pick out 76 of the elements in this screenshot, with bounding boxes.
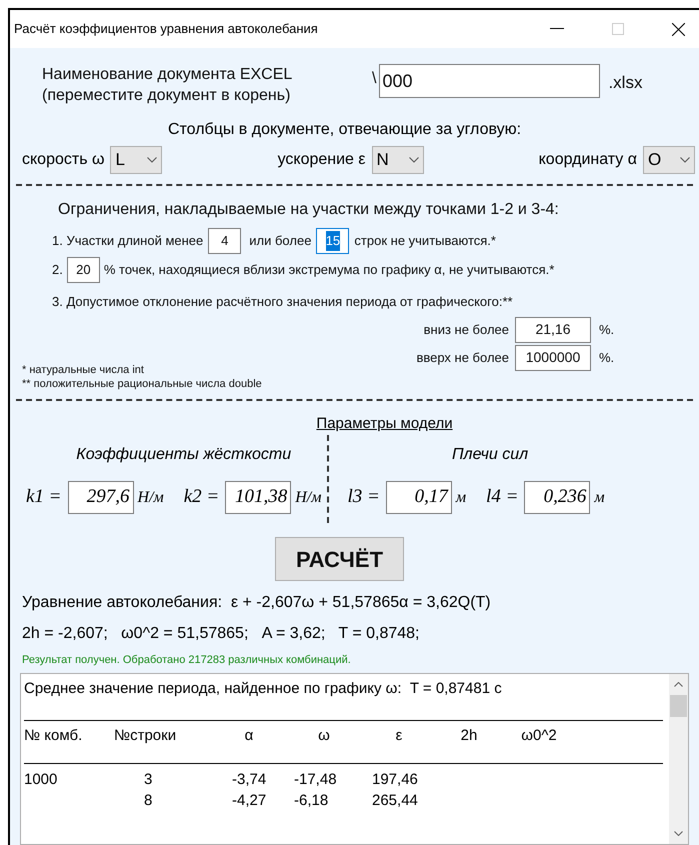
column-header: ε	[394, 726, 404, 746]
minimize-icon[interactable]	[550, 28, 564, 30]
path-prefix: \	[372, 69, 376, 89]
scroll-down-icon[interactable]	[674, 831, 683, 836]
column-header: № комб.	[24, 726, 84, 746]
rule-text: % точек, находящиеся вблизи экстремума по графику α, не учитываются.*	[104, 261, 554, 280]
percent-unit: %.	[599, 348, 616, 367]
scrollbar-thumb[interactable]	[670, 694, 687, 716]
input-field[interactable]: 1000000	[515, 344, 591, 370]
up-limit-label: вверх не более	[416, 348, 509, 367]
equation-text: Уравнение автоколебания: ε + -2,607ω + 51,57865α = 3,62Q(T)	[22, 593, 492, 613]
unit-label: Н/м	[295, 488, 322, 508]
limits-heading: Ограничения, накладываемые на участки между точками 1-2 и 3-4:	[57, 200, 560, 220]
model-heading: Параметры модели	[316, 414, 453, 434]
column-header: 2h	[460, 726, 478, 746]
input-field[interactable]: 20	[66, 257, 100, 283]
close-icon[interactable]	[672, 22, 685, 36]
table-cell: 8	[144, 792, 152, 809]
chevron-down-icon	[147, 157, 158, 163]
calculate-button[interactable]: РАСЧЁТ	[275, 537, 404, 581]
document-name-label: Наименование документа EXCEL	[42, 65, 294, 85]
document-name-hint: (переместите документ в корень)	[42, 86, 292, 106]
scroll-up-icon[interactable]	[674, 682, 683, 686]
rule-text: 1. Участки длиной менее	[52, 232, 204, 250]
parameter-name: l4 =	[486, 485, 518, 510]
scrollbar[interactable]	[669, 674, 688, 844]
input-field[interactable]: 21,16	[515, 316, 591, 342]
parameter-name: k1 =	[26, 485, 62, 510]
parameter-field[interactable]: 0,17	[386, 481, 452, 514]
column-label: скорость ω	[22, 150, 104, 170]
unit-label: м	[456, 488, 466, 508]
table-cell: -4,27	[232, 792, 266, 809]
coefficients-summary: 2h = -2,607; ω0^2 = 51,57865; A = 3,62; T = 0,8748;	[22, 624, 420, 644]
filename-field[interactable]: 000	[379, 64, 600, 98]
column-header: №строки	[114, 726, 178, 746]
group-title: Плечи сил	[452, 445, 528, 465]
percent-unit: %.	[599, 320, 616, 339]
column-label: ускорение ε	[278, 150, 366, 170]
input-field[interactable]: 15	[316, 228, 350, 254]
chevron-down-icon	[680, 157, 690, 163]
column-dropdown[interactable]: N	[372, 146, 424, 174]
column-header: ω0^2	[520, 726, 558, 746]
rule-text: или более	[249, 232, 312, 250]
table-cell: 265,44	[372, 792, 418, 809]
parameter-field[interactable]: 297,6	[68, 481, 134, 514]
unit-label: м	[594, 488, 605, 508]
rule-text: строк не учитываются.*	[354, 232, 496, 250]
window-title: Расчёт коэффициентов уравнения автоколебания	[14, 20, 319, 38]
extension-label: .xlsx	[608, 72, 642, 94]
column-header: α	[244, 726, 254, 746]
group-title: Коэффициенты жёсткости	[76, 445, 292, 465]
period-text: Среднее значение периода, найденное по графику ω: T = 0,87481 c	[24, 678, 503, 698]
status-message: Результат получен. Обработано 217283 различных комбинаций.	[22, 653, 352, 668]
table-cell: -6,18	[294, 792, 328, 809]
parameter-name: k2 =	[184, 485, 220, 510]
unit-label: Н/м	[138, 488, 164, 508]
table-cell: 1000	[24, 771, 58, 788]
column-dropdown[interactable]: L	[110, 146, 162, 174]
table-cell: 3	[144, 771, 152, 788]
rule-text: 3. Допустимое отклонение расчётного значения периода от графического:**	[52, 293, 514, 311]
column-dropdown[interactable]: O	[643, 146, 695, 174]
table-cell: 197,46	[372, 771, 418, 788]
parameter-name: l3 =	[347, 485, 380, 510]
column-header: ω	[317, 726, 331, 746]
parameter-field[interactable]: 0,236	[524, 481, 590, 514]
rule-text: 2.	[52, 261, 63, 280]
table-cell: -17,48	[294, 771, 337, 788]
chevron-down-icon	[408, 157, 419, 163]
down-limit-label: вниз не более	[424, 320, 509, 339]
columns-heading: Столбцы в документе, отвечающие за угловую:	[168, 120, 522, 140]
column-label: координату α	[538, 150, 637, 170]
footnote: ** положительные рациональные числа double	[22, 376, 263, 390]
parameter-field[interactable]: 101,38	[225, 481, 292, 514]
footnote: * натуральные числа int	[22, 362, 145, 376]
table-cell: -3,74	[232, 771, 266, 788]
input-field[interactable]: 4	[208, 228, 242, 254]
